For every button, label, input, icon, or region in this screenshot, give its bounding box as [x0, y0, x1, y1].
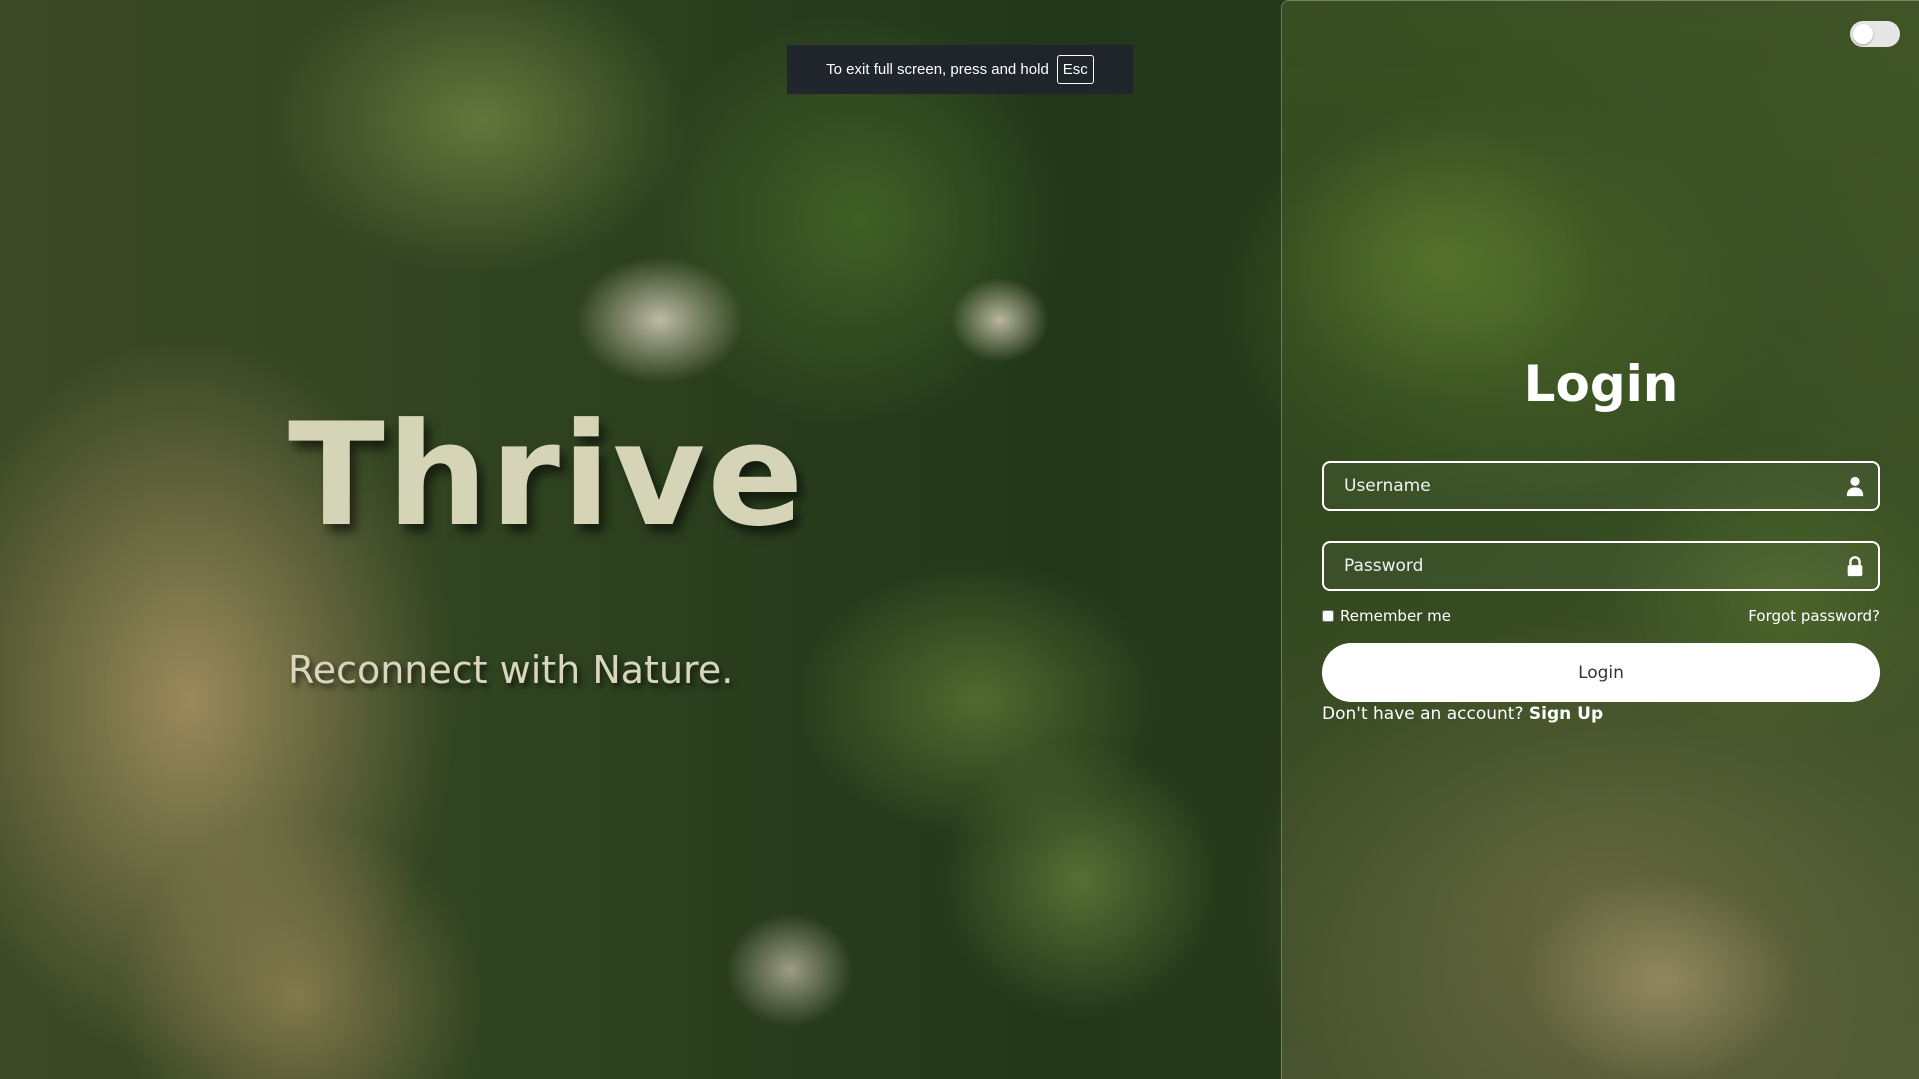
- login-options-row: Remember me Forgot password?: [1322, 605, 1880, 627]
- remember-me: Remember me: [1322, 607, 1451, 625]
- page: To exit full screen, press and hold Esc …: [0, 0, 1919, 1079]
- password-field: [1322, 541, 1880, 591]
- hero-tagline: Reconnect with Nature.: [288, 648, 734, 692]
- login-button[interactable]: Login: [1322, 643, 1880, 702]
- user-icon: [1846, 476, 1864, 497]
- hero-title: Thrive: [288, 393, 806, 558]
- login-panel: Login Remember me Forgot password? Login: [1281, 0, 1919, 1079]
- remember-me-label: Remember me: [1340, 607, 1451, 625]
- signup-row: Don't have an account? Sign Up: [1322, 704, 1603, 724]
- lock-icon: [1847, 556, 1863, 577]
- fullscreen-notice: To exit full screen, press and hold Esc: [787, 45, 1133, 94]
- username-input[interactable]: [1324, 463, 1878, 509]
- theme-toggle-knob: [1853, 24, 1873, 44]
- esc-key-badge: Esc: [1056, 55, 1094, 84]
- remember-me-checkbox[interactable]: [1322, 610, 1334, 622]
- signup-link[interactable]: Sign Up: [1529, 704, 1603, 724]
- signup-prompt: Don't have an account?: [1322, 704, 1529, 724]
- theme-toggle[interactable]: [1850, 21, 1900, 47]
- forgot-password-link[interactable]: Forgot password?: [1748, 607, 1880, 625]
- username-field: [1322, 461, 1880, 511]
- password-input[interactable]: [1324, 543, 1878, 589]
- login-title: Login: [1523, 355, 1679, 413]
- fullscreen-notice-message: To exit full screen, press and hold: [826, 61, 1049, 78]
